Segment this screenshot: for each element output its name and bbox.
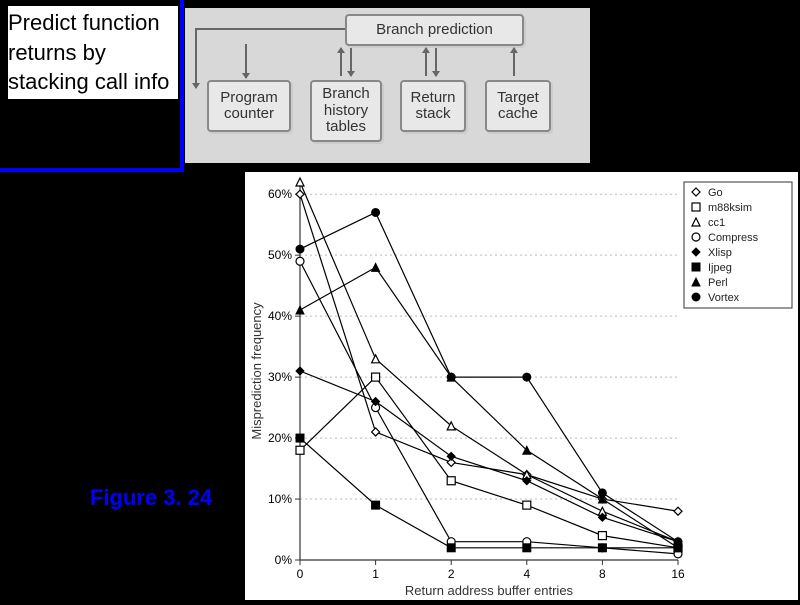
branch-prediction-label: Branch prediction (376, 22, 493, 39)
arrow-icon (245, 44, 247, 78)
arrow-icon (195, 28, 197, 88)
svg-text:Vortex: Vortex (708, 292, 740, 304)
svg-text:Go: Go (708, 187, 723, 199)
connector-line (195, 28, 345, 30)
arrow-icon (435, 48, 437, 76)
return-stack-label: Return stack (410, 90, 455, 123)
target-cache-label: Target cache (497, 90, 539, 123)
return-stack-box: Return stack (400, 80, 466, 132)
title-text: Predict function returns by stacking cal… (8, 6, 178, 99)
misprediction-chart: 0% 10% 20% 30% 40% 50% 60% 0 1 2 4 8 16 Return addres… (245, 172, 798, 600)
arrow-icon (340, 48, 342, 76)
program-counter-box: Program counter (207, 80, 291, 132)
svg-text:Return address buffer entries: Return address buffer entries (405, 583, 574, 598)
svg-text:Perl: Perl (708, 277, 728, 289)
branch-prediction-box: Branch prediction (345, 14, 524, 46)
arrow-icon (513, 48, 515, 76)
svg-text:16: 16 (671, 567, 685, 581)
svg-text:2: 2 (448, 567, 455, 581)
program-counter-label: Program counter (220, 90, 278, 123)
svg-text:m88ksim: m88ksim (708, 202, 752, 214)
svg-text:60%: 60% (268, 187, 292, 201)
svg-text:10%: 10% (268, 492, 292, 506)
svg-text:Ijpeg: Ijpeg (708, 262, 732, 274)
svg-text:0%: 0% (275, 553, 293, 567)
figure-label: Figure 3. 24 (90, 485, 212, 511)
svg-text:cc1: cc1 (708, 217, 725, 229)
svg-text:4: 4 (523, 567, 530, 581)
svg-text:50%: 50% (268, 248, 292, 262)
branch-diagram: Branch prediction Program counter Branch… (185, 8, 590, 163)
target-cache-box: Target cache (485, 80, 551, 132)
svg-text:Misprediction frequency: Misprediction frequency (249, 302, 264, 440)
svg-text:20%: 20% (268, 431, 292, 445)
branch-history-label: Branch history tables (322, 86, 370, 136)
branch-history-box: Branch history tables (310, 80, 382, 142)
svg-text:1: 1 (372, 567, 379, 581)
arrow-icon (350, 48, 352, 76)
svg-text:0: 0 (297, 567, 304, 581)
svg-text:Xlisp: Xlisp (708, 247, 732, 259)
svg-text:Compress: Compress (708, 232, 759, 244)
svg-text:8: 8 (599, 567, 606, 581)
arrow-icon (425, 48, 427, 76)
svg-text:30%: 30% (268, 370, 292, 384)
svg-text:40%: 40% (268, 309, 292, 323)
